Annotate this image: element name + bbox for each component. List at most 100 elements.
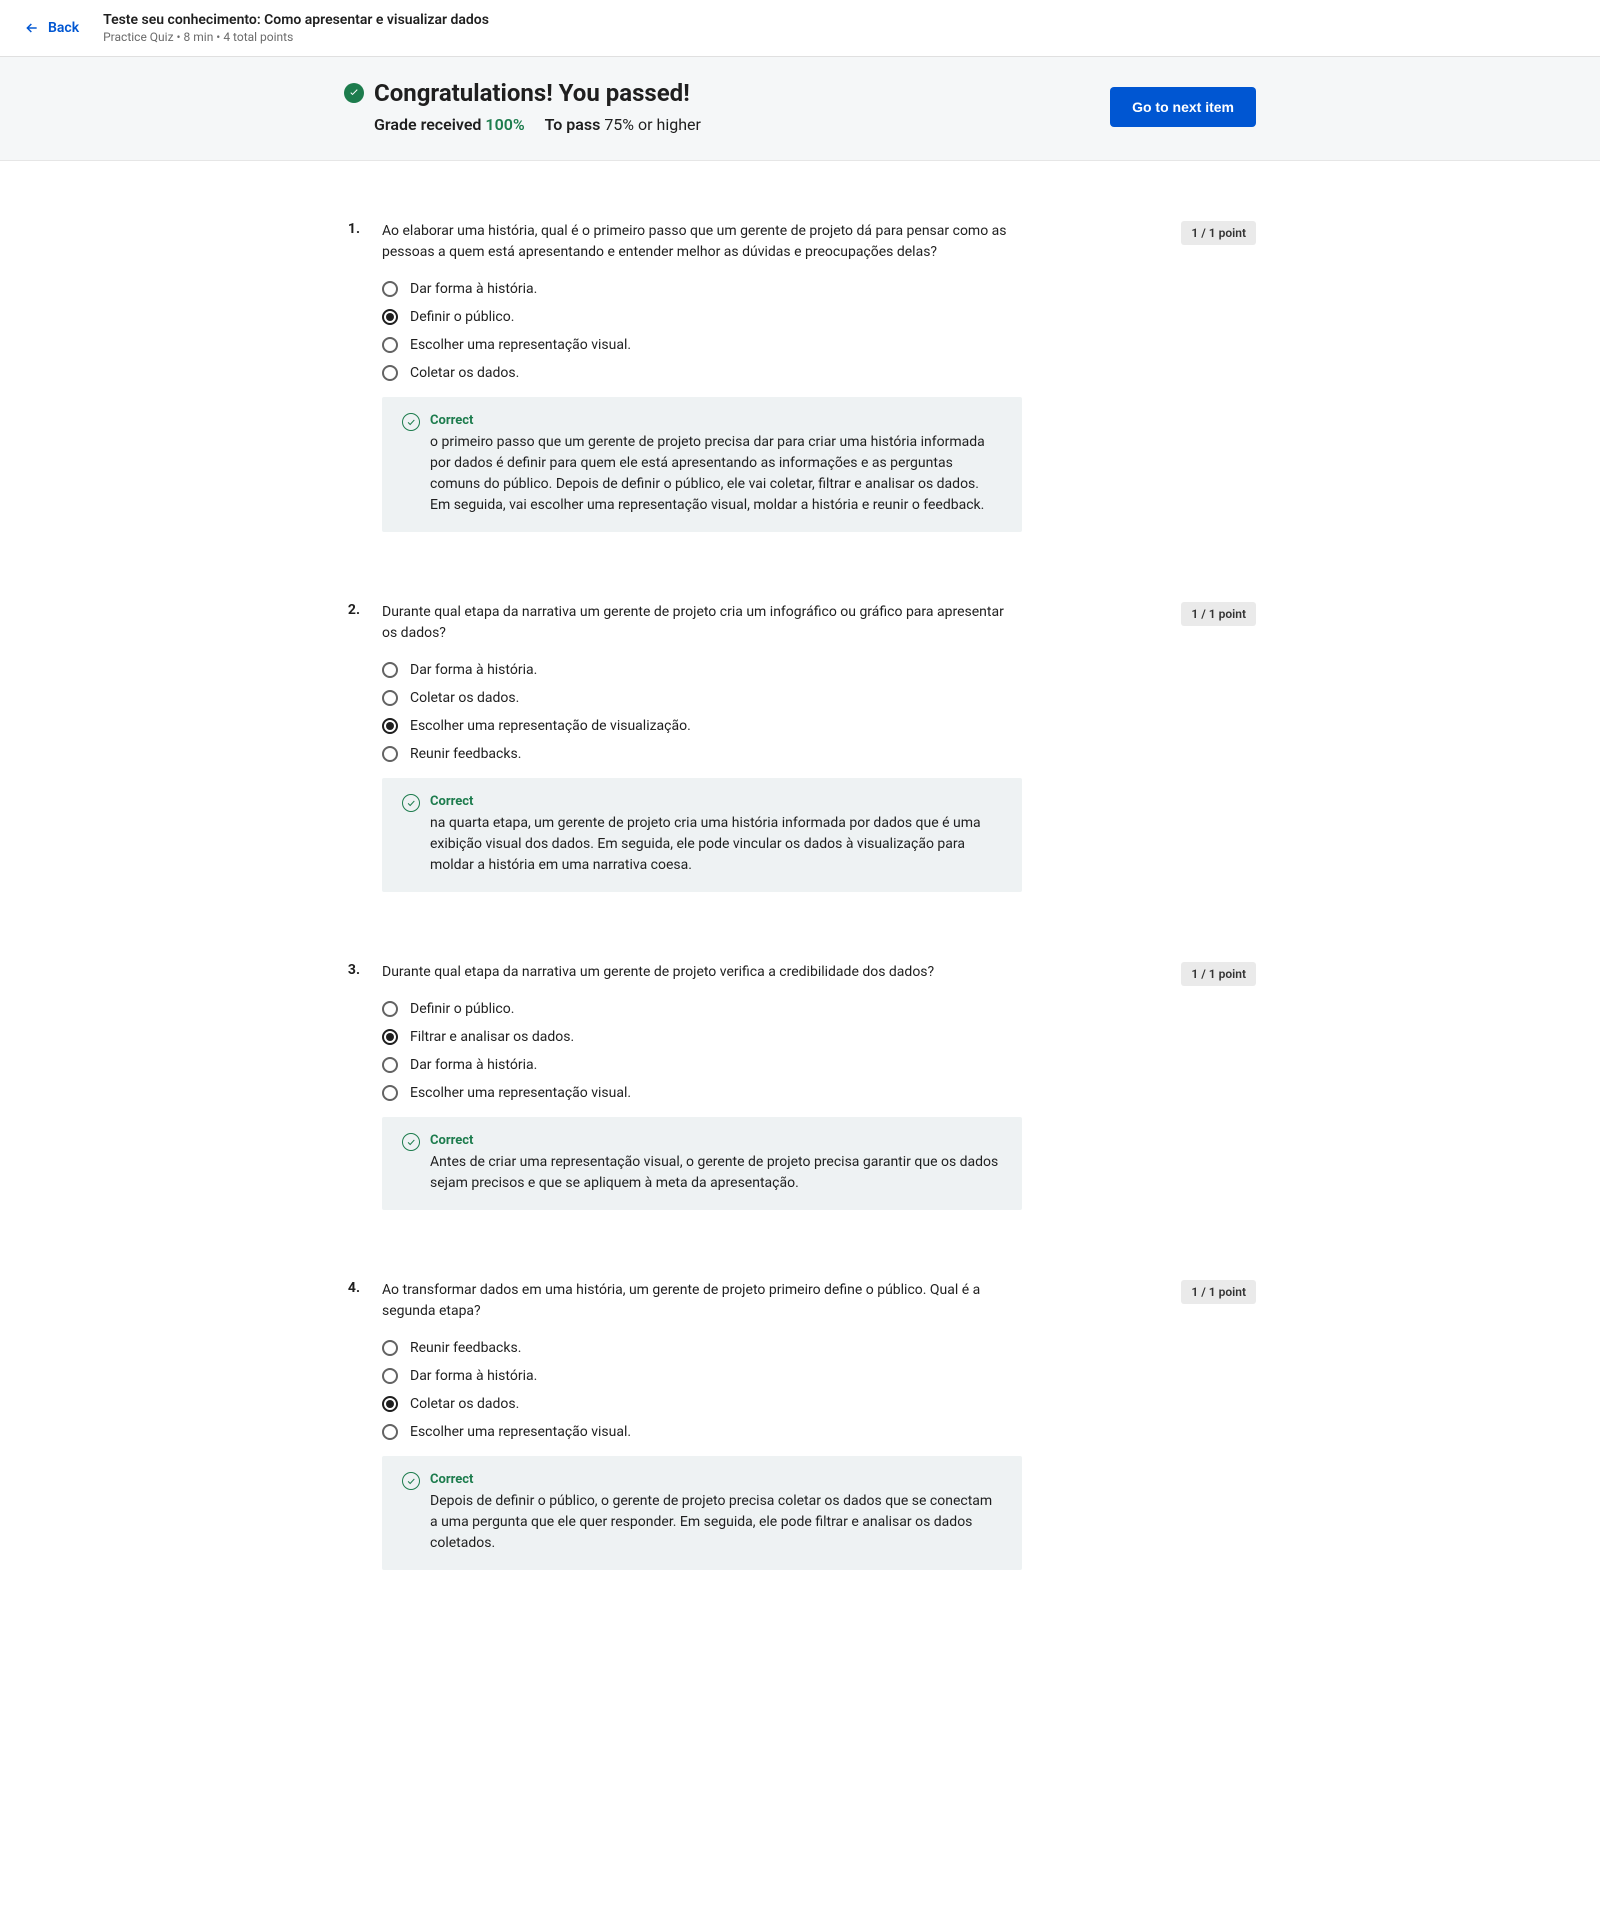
answer-option[interactable]: Coletar os dados. — [382, 365, 1022, 381]
question: 2. Durante qual etapa da narrativa um ger… — [344, 602, 1256, 892]
grade-line: Grade received 100% To pass 75% or highe… — [344, 115, 701, 134]
option-label: Definir o público. — [410, 1001, 514, 1017]
answer-option[interactable]: Reunir feedbacks. — [382, 1340, 1022, 1356]
option-label: Reunir feedbacks. — [410, 1340, 521, 1356]
option-label: Filtrar e analisar os dados. — [410, 1029, 574, 1045]
answer-option[interactable]: Dar forma à história. — [382, 1368, 1022, 1384]
question-number: 3. — [344, 962, 360, 1210]
points-badge: 1 / 1 point — [1181, 962, 1256, 986]
option-label: Dar forma à história. — [410, 1368, 537, 1384]
answer-option[interactable]: Dar forma à história. — [382, 1057, 1022, 1073]
radio-icon — [382, 1396, 398, 1412]
top-bar: Back Teste seu conhecimento: Como aprese… — [0, 0, 1600, 57]
title-block: Teste seu conhecimento: Como apresentar … — [103, 12, 489, 44]
answer-option[interactable]: Escolher uma representação de visualizaç… — [382, 718, 1022, 734]
radio-icon — [382, 1085, 398, 1101]
radio-icon — [382, 718, 398, 734]
answer-option[interactable]: Escolher uma representação visual. — [382, 337, 1022, 353]
grade-value: 100% — [485, 115, 524, 134]
check-outline-icon — [402, 413, 420, 431]
radio-icon — [382, 309, 398, 325]
radio-icon — [382, 1340, 398, 1356]
grade-label: Grade received — [374, 115, 485, 134]
question-number: 2. — [344, 602, 360, 892]
questions-list: 1. Ao elaborar uma história, qual é o pri… — [320, 161, 1280, 1720]
question-number: 1. — [344, 221, 360, 532]
feedback-title: Correct — [430, 1472, 1002, 1487]
option-label: Dar forma à história. — [410, 281, 537, 297]
feedback-text: o primeiro passo que um gerente de proje… — [430, 432, 1002, 516]
option-label: Escolher uma representação de visualizaç… — [410, 718, 691, 734]
points-badge: 1 / 1 point — [1181, 602, 1256, 626]
check-outline-icon — [402, 1133, 420, 1151]
check-outline-icon — [402, 1472, 420, 1490]
radio-icon — [382, 281, 398, 297]
quiz-title: Teste seu conhecimento: Como apresentar … — [103, 12, 489, 28]
answer-option[interactable]: Dar forma à história. — [382, 662, 1022, 678]
answer-option[interactable]: Escolher uma representação visual. — [382, 1424, 1022, 1440]
question-body: Ao transformar dados em uma história, um… — [382, 1280, 1022, 1570]
radio-icon — [382, 662, 398, 678]
option-label: Escolher uma representação visual. — [410, 337, 631, 353]
feedback-title: Correct — [430, 794, 1002, 809]
question-text: Durante qual etapa da narrativa um geren… — [382, 602, 1022, 644]
option-label: Escolher uma representação visual. — [410, 1085, 631, 1101]
question-body: Ao elaborar uma história, qual é o prime… — [382, 221, 1022, 532]
feedback-text: na quarta etapa, um gerente de projeto c… — [430, 813, 1002, 876]
radio-icon — [382, 1029, 398, 1045]
answer-option[interactable]: Coletar os dados. — [382, 690, 1022, 706]
check-circle-icon — [344, 83, 364, 103]
feedback-box: Correct o primeiro passo que um gerente d… — [382, 397, 1022, 532]
pass-value: 75% or higher — [604, 115, 701, 134]
answer-option[interactable]: Filtrar e analisar os dados. — [382, 1029, 1022, 1045]
question-number: 4. — [344, 1280, 360, 1570]
points-badge: 1 / 1 point — [1181, 1280, 1256, 1304]
question: 1. Ao elaborar uma história, qual é o pri… — [344, 221, 1256, 532]
radio-icon — [382, 1001, 398, 1017]
radio-icon — [382, 337, 398, 353]
feedback-title: Correct — [430, 1133, 1002, 1148]
pass-label: To pass — [545, 115, 605, 134]
answer-option[interactable]: Coletar os dados. — [382, 1396, 1022, 1412]
option-label: Reunir feedbacks. — [410, 746, 521, 762]
check-outline-icon — [402, 794, 420, 812]
radio-icon — [382, 1057, 398, 1073]
radio-icon — [382, 690, 398, 706]
option-label: Dar forma à história. — [410, 1057, 537, 1073]
radio-icon — [382, 365, 398, 381]
question-body: Durante qual etapa da narrativa um geren… — [382, 962, 1022, 1210]
answer-option[interactable]: Reunir feedbacks. — [382, 746, 1022, 762]
option-label: Coletar os dados. — [410, 690, 519, 706]
question-text: Ao transformar dados em uma história, um… — [382, 1280, 1022, 1322]
congrats-text: Congratulations! You passed! — [374, 79, 690, 107]
answer-option[interactable]: Definir o público. — [382, 1001, 1022, 1017]
question: 4. Ao transformar dados em uma história, … — [344, 1280, 1256, 1570]
back-label: Back — [48, 20, 79, 36]
question-text: Durante qual etapa da narrativa um geren… — [382, 962, 1022, 983]
back-button[interactable]: Back — [24, 20, 79, 36]
question: 3. Durante qual etapa da narrativa um ger… — [344, 962, 1256, 1210]
points-badge: 1 / 1 point — [1181, 221, 1256, 245]
arrow-left-icon — [24, 20, 40, 36]
option-label: Coletar os dados. — [410, 1396, 519, 1412]
option-label: Dar forma à história. — [410, 662, 537, 678]
feedback-title: Correct — [430, 413, 1002, 428]
answer-option[interactable]: Dar forma à história. — [382, 281, 1022, 297]
radio-icon — [382, 1424, 398, 1440]
feedback-text: Depois de definir o público, o gerente d… — [430, 1491, 1002, 1554]
radio-icon — [382, 1368, 398, 1384]
feedback-text: Antes de criar uma representação visual,… — [430, 1152, 1002, 1194]
radio-icon — [382, 746, 398, 762]
question-body: Durante qual etapa da narrativa um geren… — [382, 602, 1022, 892]
option-label: Escolher uma representação visual. — [410, 1424, 631, 1440]
result-banner: Congratulations! You passed! Grade recei… — [0, 57, 1600, 161]
answer-option[interactable]: Escolher uma representação visual. — [382, 1085, 1022, 1101]
question-text: Ao elaborar uma história, qual é o prime… — [382, 221, 1022, 263]
go-to-next-button[interactable]: Go to next item — [1110, 87, 1256, 127]
feedback-box: Correct Depois de definir o público, o ge… — [382, 1456, 1022, 1570]
option-label: Definir o público. — [410, 309, 514, 325]
option-label: Coletar os dados. — [410, 365, 519, 381]
feedback-box: Correct na quarta etapa, um gerente de pr… — [382, 778, 1022, 892]
answer-option[interactable]: Definir o público. — [382, 309, 1022, 325]
quiz-meta: Practice Quiz • 8 min • 4 total points — [103, 30, 489, 44]
